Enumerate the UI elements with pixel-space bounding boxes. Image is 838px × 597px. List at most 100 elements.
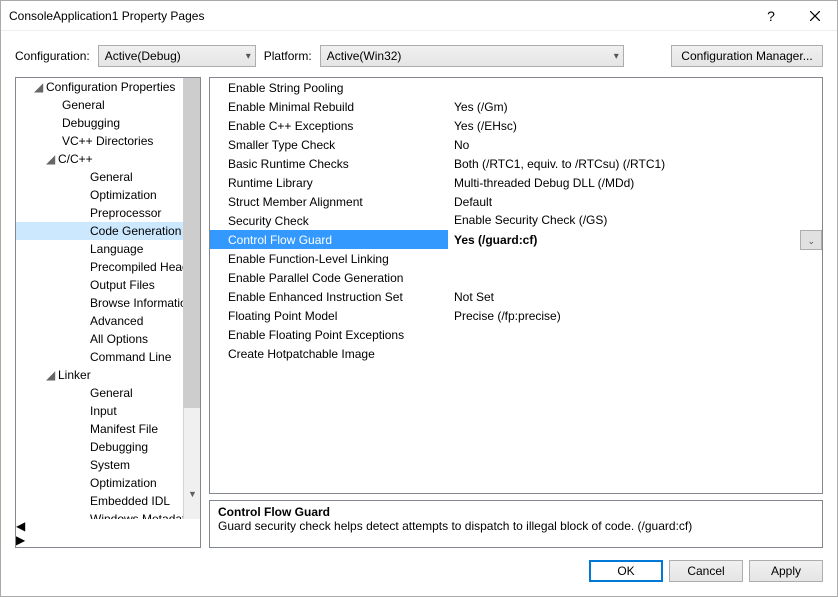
grid-row[interactable]: Enable Minimal RebuildYes (/Gm): [210, 97, 822, 116]
grid-row[interactable]: Enable Floating Point Exceptions: [210, 325, 822, 344]
grid-prop-value[interactable]: [448, 325, 822, 344]
grid-prop-value[interactable]: [448, 344, 822, 363]
grid-row[interactable]: Enable Parallel Code Generation: [210, 268, 822, 287]
tree-horizontal-scrollbar[interactable]: ◀ ▶: [16, 519, 200, 547]
chevron-down-icon: ⌄: [807, 236, 815, 246]
tree-item-ccpp-optimization[interactable]: Optimization: [16, 186, 200, 204]
help-title: Control Flow Guard: [218, 505, 814, 519]
tree-item-linker-general[interactable]: General: [16, 384, 200, 402]
tree-item-linker-winmd[interactable]: Windows Metadata: [16, 510, 200, 519]
tree-item-debugging[interactable]: Debugging: [16, 114, 200, 132]
grid-prop-name: Enable Enhanced Instruction Set: [210, 287, 448, 306]
grid-prop-value[interactable]: Enable Security Check (/GS): [448, 211, 822, 230]
tree-item-general[interactable]: General: [16, 96, 200, 114]
dropdown-button[interactable]: ⌄: [801, 230, 822, 249]
property-pages-dialog: ConsoleApplication1 Property Pages ? Con…: [0, 0, 838, 597]
grid-prop-value[interactable]: Multi-threaded Debug DLL (/MDd): [448, 173, 822, 192]
grid-prop-name: Security Check: [210, 211, 448, 230]
grid-prop-value[interactable]: Yes (/EHsc): [448, 116, 822, 135]
grid-row[interactable]: Floating Point ModelPrecise (/fp:precise…: [210, 306, 822, 325]
chevron-down-icon: ▾: [246, 51, 251, 62]
grid-row[interactable]: Runtime LibraryMulti-threaded Debug DLL …: [210, 173, 822, 192]
tree-item-linker[interactable]: ◢Linker: [16, 366, 200, 384]
grid-prop-value[interactable]: Yes (/Gm): [448, 97, 822, 116]
platform-combo[interactable]: Active(Win32) ▾: [320, 45, 624, 67]
grid-prop-name: Enable Floating Point Exceptions: [210, 325, 448, 344]
platform-label: Platform:: [264, 49, 312, 63]
grid-row[interactable]: Enable Function-Level Linking: [210, 249, 822, 268]
grid-prop-value[interactable]: Not Set: [448, 287, 822, 306]
window-title: ConsoleApplication1 Property Pages: [9, 9, 749, 23]
grid-prop-value[interactable]: [448, 78, 822, 97]
platform-value: Active(Win32): [327, 49, 402, 63]
apply-button[interactable]: Apply: [749, 560, 823, 582]
ok-button[interactable]: OK: [589, 560, 663, 582]
tree-item-ccpp-cmdline[interactable]: Command Line: [16, 348, 200, 366]
tree-item-linker-embedded[interactable]: Embedded IDL: [16, 492, 200, 510]
tree-item-linker-debugging[interactable]: Debugging: [16, 438, 200, 456]
property-tree[interactable]: ◢Configuration Properties General Debugg…: [16, 78, 200, 519]
tree-item-ccpp-language[interactable]: Language: [16, 240, 200, 258]
grid-row[interactable]: Struct Member AlignmentDefault: [210, 192, 822, 211]
tree-item-linker-manifest[interactable]: Manifest File: [16, 420, 200, 438]
grid-prop-value[interactable]: Default: [448, 192, 822, 211]
grid-prop-name: Enable Function-Level Linking: [210, 249, 448, 268]
close-icon: [810, 11, 820, 21]
tree-item-ccpp-browse[interactable]: Browse Information: [16, 294, 200, 312]
tree-item-ccpp-codegen[interactable]: Code Generation: [16, 222, 200, 240]
grid-prop-name: Enable C++ Exceptions: [210, 116, 448, 135]
configuration-label: Configuration:: [15, 49, 90, 63]
grid-prop-name: Enable Parallel Code Generation: [210, 268, 448, 287]
tree-vertical-scrollbar[interactable]: ▲ ▼: [183, 78, 200, 519]
tree-item-linker-system[interactable]: System: [16, 456, 200, 474]
grid-row[interactable]: Security CheckEnable Security Check (/GS…: [210, 211, 822, 230]
grid-prop-name: Control Flow Guard: [210, 230, 448, 249]
grid-row[interactable]: Create Hotpatchable Image: [210, 344, 822, 363]
titlebar: ConsoleApplication1 Property Pages ?: [1, 1, 837, 31]
tree-item-ccpp-allopt[interactable]: All Options: [16, 330, 200, 348]
configuration-value: Active(Debug): [105, 49, 181, 63]
grid-row[interactable]: Enable C++ ExceptionsYes (/EHsc): [210, 116, 822, 135]
grid-prop-value[interactable]: No: [448, 135, 822, 154]
tree-panel: ◢Configuration Properties General Debugg…: [15, 77, 201, 548]
scroll-right-icon[interactable]: ▶: [16, 533, 200, 547]
tree-item-vcdirs[interactable]: VC++ Directories: [16, 132, 200, 150]
configuration-combo[interactable]: Active(Debug) ▾: [98, 45, 256, 67]
grid-prop-name: Struct Member Alignment: [210, 192, 448, 211]
grid-prop-name: Smaller Type Check: [210, 135, 448, 154]
help-body: Guard security check helps detect attemp…: [218, 519, 814, 533]
close-button[interactable]: [793, 1, 837, 31]
help-panel: Control Flow Guard Guard security check …: [209, 500, 823, 548]
grid-row[interactable]: Enable String Pooling: [210, 78, 822, 97]
grid-row[interactable]: Control Flow GuardYes (/guard:cf) ⌄: [210, 230, 822, 249]
grid-prop-value[interactable]: Precise (/fp:precise): [448, 306, 822, 325]
tree-vertical-thumb[interactable]: [183, 78, 200, 408]
tree-item-linker-input[interactable]: Input: [16, 402, 200, 420]
tree-item-ccpp-general[interactable]: General: [16, 168, 200, 186]
grid-row[interactable]: Smaller Type CheckNo: [210, 135, 822, 154]
grid-row[interactable]: Basic Runtime ChecksBoth (/RTC1, equiv. …: [210, 154, 822, 173]
grid-prop-value[interactable]: Both (/RTC1, equiv. to /RTCsu) (/RTC1): [448, 154, 822, 173]
grid-row[interactable]: Enable Enhanced Instruction SetNot Set: [210, 287, 822, 306]
tree-item-ccpp-preprocessor[interactable]: Preprocessor: [16, 204, 200, 222]
grid-prop-value[interactable]: Yes (/guard:cf): [448, 230, 801, 249]
scroll-down-icon[interactable]: ▼: [185, 485, 200, 502]
chevron-down-icon: ▾: [614, 51, 619, 62]
grid-prop-name: Create Hotpatchable Image: [210, 344, 448, 363]
cancel-button[interactable]: Cancel: [669, 560, 743, 582]
grid-prop-value[interactable]: [448, 249, 822, 268]
grid-prop-value[interactable]: [448, 268, 822, 287]
property-grid[interactable]: Enable String PoolingEnable Minimal Rebu…: [209, 77, 823, 494]
tree-item-ccpp-advanced[interactable]: Advanced: [16, 312, 200, 330]
tree-item-ccpp-output[interactable]: Output Files: [16, 276, 200, 294]
configuration-manager-button[interactable]: Configuration Manager...: [671, 45, 823, 67]
tree-item-config-props[interactable]: ◢Configuration Properties: [16, 78, 200, 96]
dialog-buttons: OK Cancel Apply: [1, 548, 837, 596]
tree-item-ccpp[interactable]: ◢C/C++: [16, 150, 200, 168]
grid-prop-name: Enable String Pooling: [210, 78, 448, 97]
grid-prop-name: Basic Runtime Checks: [210, 154, 448, 173]
help-button[interactable]: ?: [749, 1, 793, 31]
tree-item-linker-optimization[interactable]: Optimization: [16, 474, 200, 492]
tree-item-ccpp-pch[interactable]: Precompiled Headers: [16, 258, 200, 276]
scroll-left-icon[interactable]: ◀: [16, 519, 200, 533]
